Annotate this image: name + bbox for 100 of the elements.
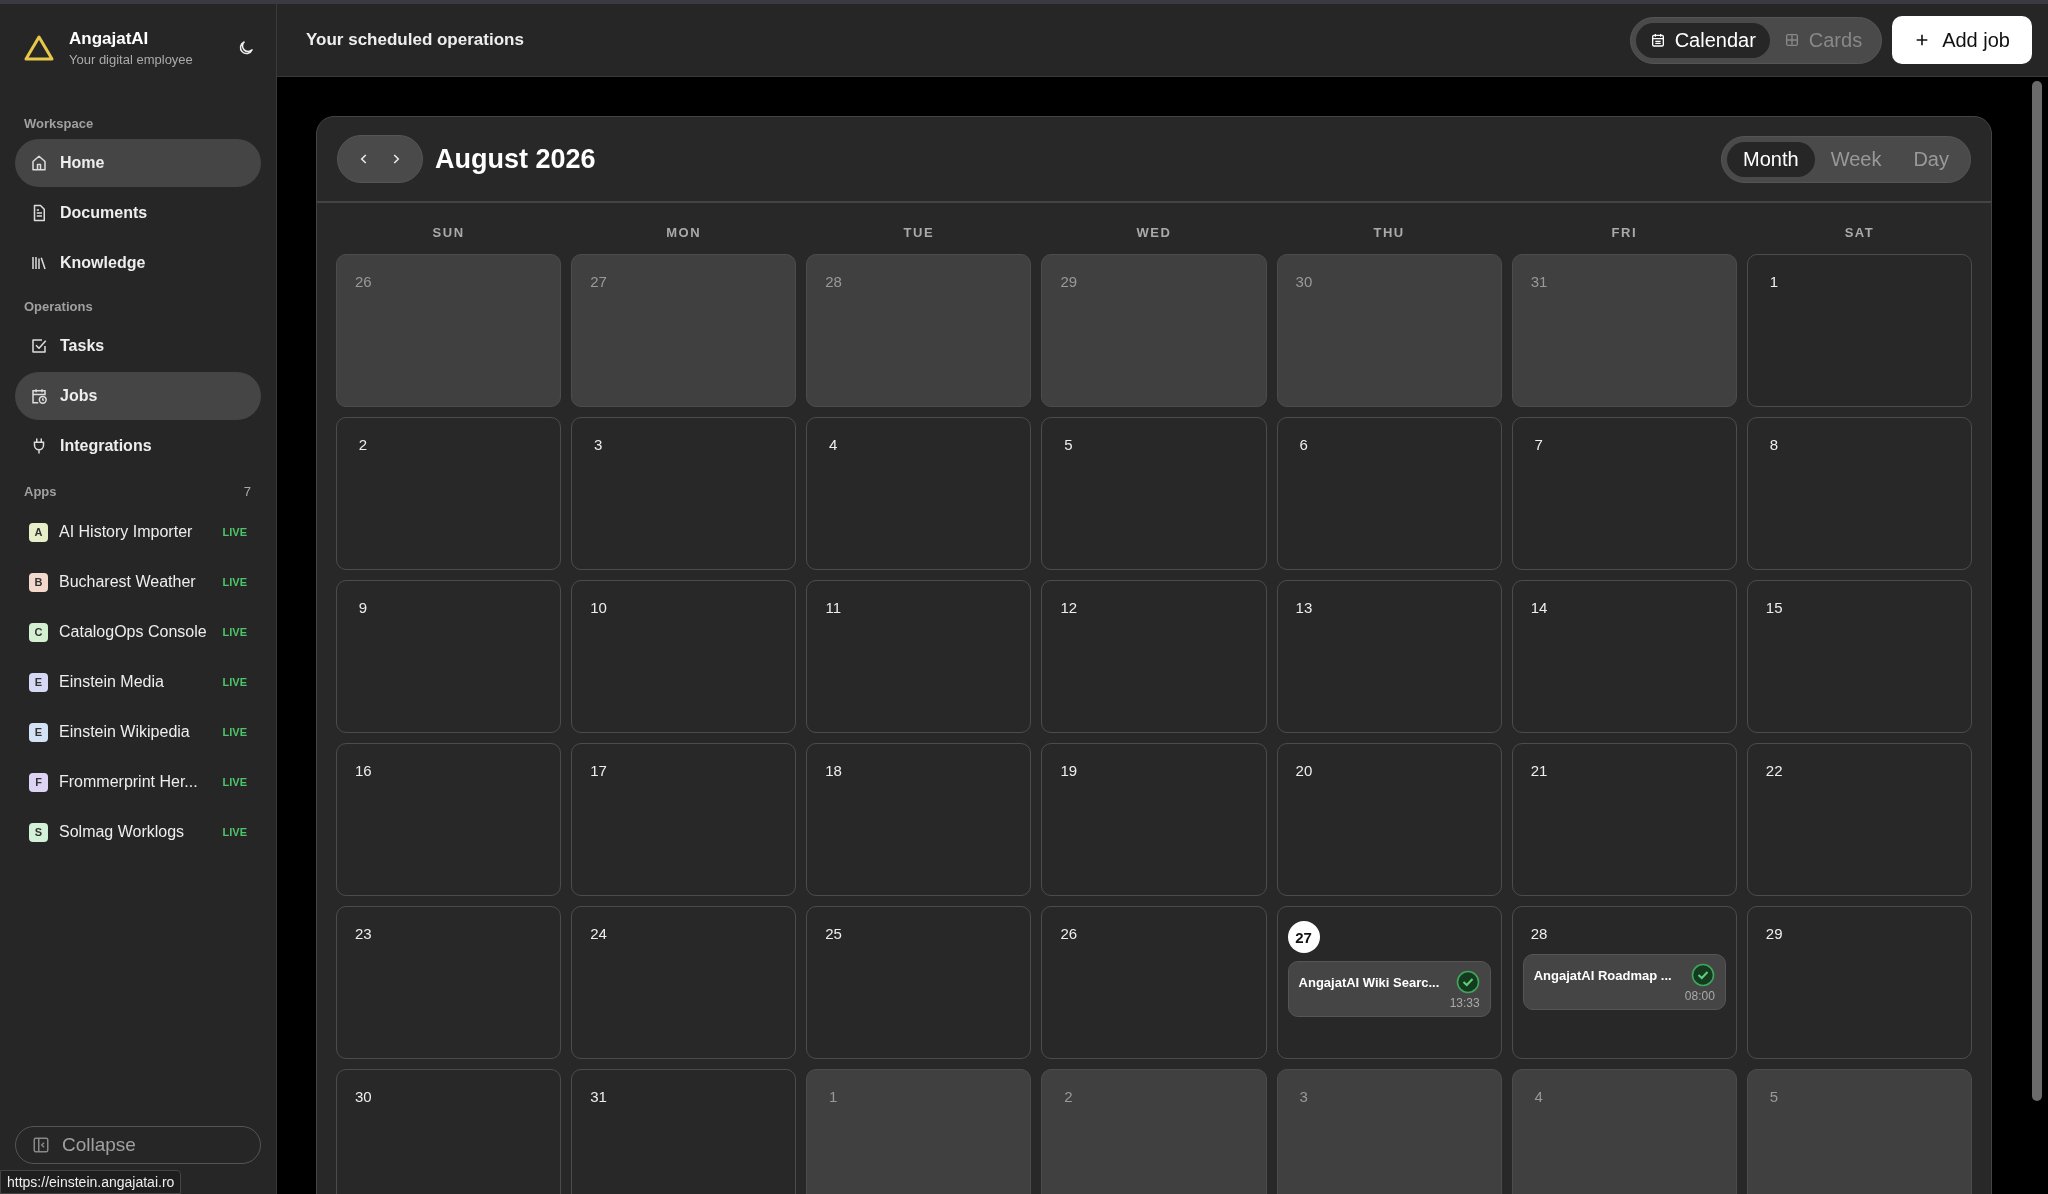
day-cell[interactable]: 13 — [1276, 580, 1502, 733]
moon-icon[interactable] — [237, 39, 255, 57]
day-cell[interactable]: 30 — [336, 1069, 562, 1194]
job-event[interactable]: AngajatAI Wiki Searc... 13:33 — [1287, 961, 1491, 1017]
day-cell[interactable]: 2 — [1041, 1069, 1267, 1194]
day-cell[interactable]: 2 — [336, 417, 562, 570]
scrollbar[interactable] — [2032, 81, 2042, 1101]
day-cell[interactable]: 26 — [336, 254, 562, 407]
library-icon — [30, 254, 48, 272]
weekday-label: WED — [1135, 224, 1173, 242]
day-cell[interactable]: 5 — [1041, 417, 1267, 570]
app-letter-badge: E — [29, 722, 48, 742]
day-cell[interactable]: 14 — [1511, 580, 1737, 733]
day-cell[interactable]: 3 — [1276, 1069, 1502, 1194]
day-cell[interactable]: 17 — [571, 743, 797, 896]
section-heading: Workspace — [24, 116, 95, 131]
day-cell[interactable]: 8 — [1746, 417, 1972, 570]
day-number: 6 — [1298, 435, 1309, 455]
day-number: 15 — [1764, 598, 1784, 618]
nav-item[interactable]: Integrations — [15, 422, 261, 470]
view-mode-tab[interactable]: Month — [1727, 141, 1815, 177]
nav-item[interactable]: Documents — [15, 189, 261, 237]
app-letter-badge: C — [29, 622, 48, 642]
live-status: LIVE — [222, 676, 247, 688]
weekday-label: TUE — [902, 224, 936, 242]
day-cell[interactable]: 11 — [806, 580, 1032, 733]
day-cell[interactable]: 22 — [1746, 743, 1972, 896]
day-cell[interactable]: 10 — [571, 580, 797, 733]
view-tab[interactable]: Calendar — [1635, 22, 1770, 58]
app-item[interactable]: S Solmag Worklogs LIVE — [15, 807, 261, 857]
day-number: 19 — [1059, 761, 1079, 781]
weekday-label: MON — [665, 224, 703, 242]
day-cell[interactable]: 7 — [1511, 417, 1737, 570]
day-cell[interactable]: 9 — [336, 580, 562, 733]
day-cell[interactable]: 29 — [1746, 906, 1972, 1059]
day-cell[interactable]: 31 — [1511, 254, 1737, 407]
day-number: 21 — [1529, 761, 1549, 781]
day-cell[interactable]: 12 — [1041, 580, 1267, 733]
day-cell[interactable]: 24 — [571, 906, 797, 1059]
day-number: 30 — [354, 1087, 373, 1107]
app-item[interactable]: E Einstein Wikipedia LIVE — [15, 707, 261, 757]
day-number: 31 — [589, 1087, 608, 1107]
day-cell[interactable]: 15 — [1746, 580, 1972, 733]
day-number: 18 — [824, 761, 843, 781]
day-cell[interactable]: 31 — [571, 1069, 797, 1194]
day-cell[interactable]: 25 — [806, 906, 1032, 1059]
add-job-button[interactable]: Add job — [1892, 16, 2032, 64]
app-letter-badge: F — [29, 772, 48, 792]
nav-item[interactable]: Tasks — [15, 322, 261, 370]
day-number: 28 — [824, 272, 843, 292]
day-cell[interactable]: 1 — [1746, 254, 1972, 407]
live-status: LIVE — [222, 626, 247, 638]
weekday-label: SAT — [1843, 224, 1876, 242]
day-cell[interactable]: 28 AngajatAI Roadmap ... 08:00 — [1511, 906, 1737, 1059]
day-cell[interactable]: 21 — [1511, 743, 1737, 896]
day-cell[interactable]: 20 — [1276, 743, 1502, 896]
day-cell[interactable]: 4 — [1511, 1069, 1737, 1194]
day-number: 29 — [1764, 924, 1784, 944]
app-item[interactable]: C CatalogOps Console LIVE — [15, 607, 261, 657]
nav-item[interactable]: Knowledge — [15, 239, 261, 287]
day-cell[interactable]: 28 — [806, 254, 1032, 407]
app-letter-badge: A — [29, 522, 48, 542]
nav-item[interactable]: Home — [15, 139, 261, 187]
page-title: Your scheduled operations — [306, 30, 525, 50]
day-cell[interactable]: 23 — [336, 906, 562, 1059]
job-event[interactable]: AngajatAI Roadmap ... 08:00 — [1522, 954, 1726, 1010]
day-number: 26 — [354, 272, 373, 292]
live-status: LIVE — [222, 826, 247, 838]
job-time: 13:33 — [1449, 996, 1480, 1010]
nav-item[interactable]: Jobs — [15, 372, 261, 420]
live-status: LIVE — [222, 726, 247, 738]
weekday-label: THU — [1372, 224, 1406, 242]
day-number: 28 — [1529, 924, 1549, 944]
triangle-logo-icon — [23, 34, 55, 62]
day-number: 27 — [589, 272, 608, 292]
day-cell[interactable]: 27 — [571, 254, 797, 407]
day-number: 10 — [589, 598, 608, 618]
day-cell[interactable]: 19 — [1041, 743, 1267, 896]
live-status: LIVE — [222, 776, 247, 788]
day-number: 2 — [357, 435, 369, 455]
day-cell[interactable]: 27 AngajatAI Wiki Searc... 13:33 — [1276, 906, 1502, 1059]
app-item[interactable]: A AI History Importer LIVE — [15, 507, 261, 557]
day-number: 8 — [1768, 435, 1779, 455]
day-cell[interactable]: 16 — [336, 743, 562, 896]
day-cell[interactable]: 6 — [1276, 417, 1502, 570]
day-cell[interactable]: 1 — [806, 1069, 1032, 1194]
job-time: 08:00 — [1684, 989, 1715, 1003]
app-item[interactable]: B Bucharest Weather LIVE — [15, 557, 261, 607]
day-cell[interactable]: 3 — [571, 417, 797, 570]
day-cell[interactable]: 30 — [1276, 254, 1502, 407]
day-cell[interactable]: 26 — [1041, 906, 1267, 1059]
app-item[interactable]: E Einstein Media LIVE — [15, 657, 261, 707]
weekday-label: FRI — [1610, 224, 1638, 242]
day-cell[interactable]: 4 — [806, 417, 1032, 570]
day-cell[interactable]: 5 — [1746, 1069, 1972, 1194]
day-cell[interactable]: 29 — [1041, 254, 1267, 407]
day-number: 5 — [1063, 435, 1074, 455]
day-cell[interactable]: 18 — [806, 743, 1032, 896]
month-title: August 2026 — [435, 143, 596, 175]
app-item[interactable]: F Frommerprint Her... LIVE — [15, 757, 261, 807]
